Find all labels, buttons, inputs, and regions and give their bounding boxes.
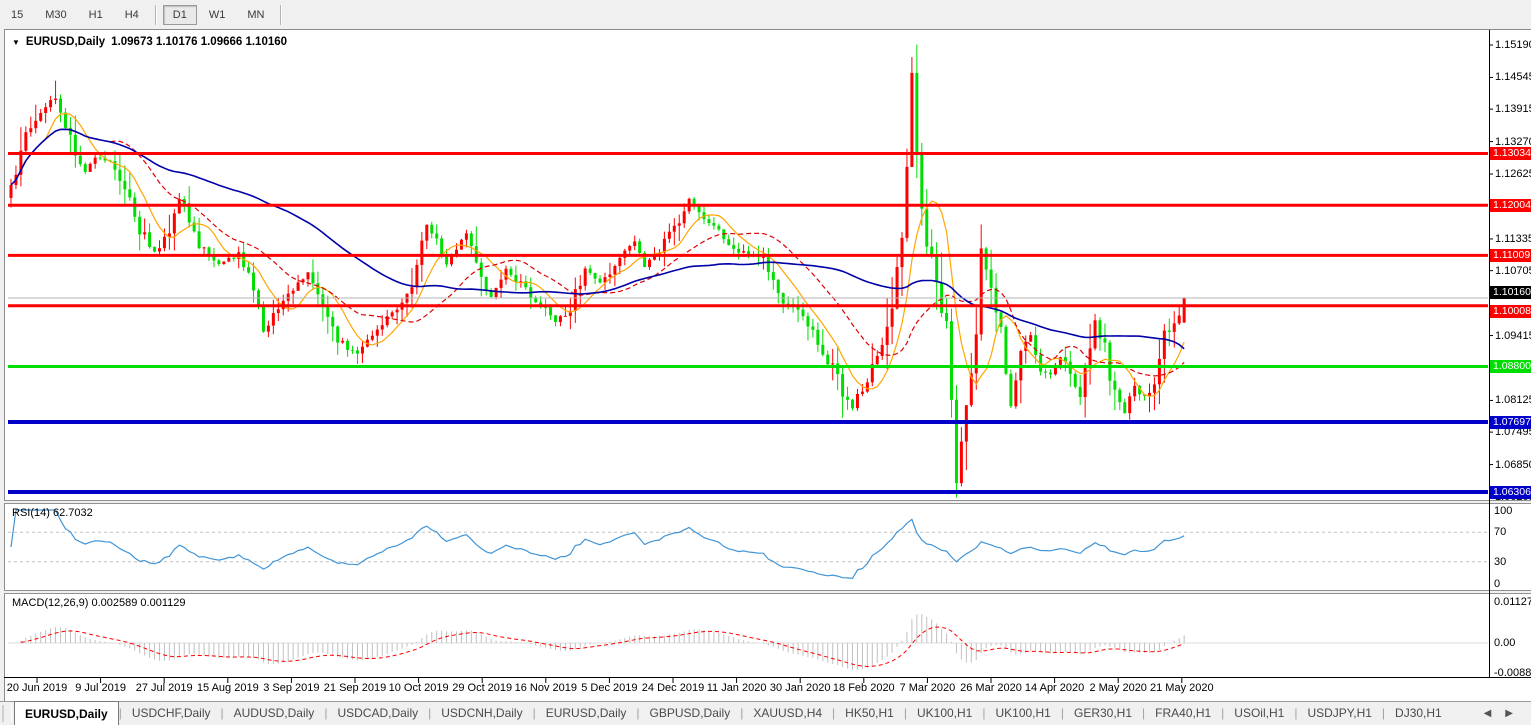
- panel-frame: [4, 30, 1531, 678]
- rsi-axis-label: 30: [1494, 557, 1506, 568]
- date-axis-label: 3 Sep 2019: [263, 682, 319, 694]
- tab-usdcad-daily[interactable]: USDCAD,Daily: [327, 702, 428, 725]
- tab-ger30-h1[interactable]: GER30,H1: [1064, 702, 1142, 725]
- date-axis-label: 16 Nov 2019: [515, 682, 577, 694]
- price-badge: 1.06306: [1490, 486, 1531, 499]
- tab-usoil-h1[interactable]: USOil,H1: [1224, 702, 1294, 725]
- ma-line-21: [11, 129, 1184, 376]
- tab-xauusd-h4[interactable]: XAUUSD,H4: [743, 702, 832, 725]
- date-axis-label: 21 May 2020: [1150, 682, 1214, 694]
- price-axis-tick: 1.15190: [1495, 40, 1531, 51]
- macd-axis-label: 0.011277: [1494, 597, 1531, 608]
- chart-title: ▼ EURUSD,Daily 1.09673 1.10176 1.09666 1…: [12, 36, 287, 48]
- chart-canvas: [0, 0, 1531, 725]
- date-axis-label: 26 Mar 2020: [960, 682, 1022, 694]
- chart-ohlc-values: 1.09673 1.10176 1.09666 1.10160: [111, 36, 287, 48]
- tabbar-grip: [2, 705, 12, 722]
- tab-audusd-daily[interactable]: AUDUSD,Daily: [224, 702, 325, 725]
- price-axis-tick: 1.10705: [1495, 266, 1531, 277]
- tabs-scroll-left-icon[interactable]: ◀: [1484, 708, 1492, 719]
- date-axis-label: 11 Jan 2020: [707, 682, 767, 694]
- tab-uk100-h1[interactable]: UK100,H1: [985, 702, 1060, 725]
- tab-uk100-h1[interactable]: UK100,H1: [907, 702, 982, 725]
- price-badge: 1.12004: [1490, 199, 1531, 212]
- tab-eurusd-daily[interactable]: EURUSD,Daily: [536, 702, 637, 725]
- date-axis-label: 10 Oct 2019: [389, 682, 449, 694]
- price-badge: 1.11009: [1490, 249, 1531, 262]
- macd-axis-label: 0.00: [1494, 638, 1515, 649]
- rsi-panel: [8, 510, 1488, 578]
- date-axis-label: 15 Aug 2019: [197, 682, 259, 694]
- date-axis-label: 5 Dec 2019: [581, 682, 637, 694]
- date-axis-label: 14 Apr 2020: [1025, 682, 1084, 694]
- moving-average: [11, 129, 1184, 348]
- horizontal-lines[interactable]: [8, 153, 1488, 491]
- macd-signal-line: [21, 627, 1184, 667]
- price-axis-tick: 1.06850: [1495, 460, 1531, 471]
- tab-fra40-h1[interactable]: FRA40,H1: [1145, 702, 1221, 725]
- axis-ticks: [37, 45, 1493, 683]
- tab-usdcnh-daily[interactable]: USDCNH,Daily: [431, 702, 532, 725]
- date-axis-label: 18 Feb 2020: [833, 682, 895, 694]
- date-axis-label: 2 May 2020: [1089, 682, 1146, 694]
- date-axis-label: 29 Oct 2019: [452, 682, 512, 694]
- price-axis-tick: 1.13915: [1495, 104, 1531, 115]
- macd-axis-label: -0.008845: [1494, 668, 1531, 679]
- price-axis-tick: 1.08125: [1495, 395, 1531, 406]
- tab-usdchf-daily[interactable]: USDCHF,Daily: [122, 702, 221, 725]
- price-axis-tick: 1.13270: [1495, 137, 1531, 148]
- macd-panel: [8, 614, 1488, 670]
- date-axis-label: 7 Mar 2020: [900, 682, 956, 694]
- price-axis-tick: 1.11335: [1495, 234, 1531, 245]
- rsi-line: [11, 510, 1184, 578]
- date-axis-label: 24 Dec 2019: [642, 682, 704, 694]
- chart-symbol-label: EURUSD,Daily: [26, 36, 105, 48]
- date-axis-label: 20 Jun 2019: [7, 682, 68, 694]
- candlestick-series: [10, 45, 1186, 498]
- rsi-axis-label: 100: [1494, 506, 1512, 517]
- moving-average: [11, 129, 1184, 376]
- date-axis-label: 9 Jul 2019: [75, 682, 126, 694]
- price-axis-tick: 1.14545: [1495, 72, 1531, 83]
- rsi-axis-label: 0: [1494, 579, 1500, 590]
- price-badge: 1.13034: [1490, 147, 1531, 160]
- symbol-tab-bar: EURUSD,Daily|USDCHF,Daily|AUDUSD,Daily|U…: [0, 701, 1531, 725]
- price-badge: 1.10008: [1490, 305, 1531, 318]
- macd-label: MACD(12,26,9) 0.002589 0.001129: [12, 597, 185, 609]
- tab-gbpusd-daily[interactable]: GBPUSD,Daily: [640, 702, 741, 725]
- tabs-scroll-right-icon[interactable]: ▶: [1505, 708, 1513, 719]
- date-axis-label: 21 Sep 2019: [324, 682, 386, 694]
- tab-eurusd-daily[interactable]: EURUSD,Daily: [14, 701, 119, 725]
- date-axis-label: 27 Jul 2019: [136, 682, 193, 694]
- date-axis-label: 30 Jan 2020: [770, 682, 831, 694]
- price-badge: 1.08800: [1490, 360, 1531, 373]
- tab-usdjpy-h1[interactable]: USDJPY,H1: [1297, 702, 1381, 725]
- price-badge: 1.10160: [1490, 286, 1531, 299]
- rsi-axis-label: 70: [1494, 527, 1506, 538]
- price-axis-tick: 1.12625: [1495, 169, 1531, 180]
- tab-hk50-h1[interactable]: HK50,H1: [835, 702, 904, 725]
- ma-line-55: [11, 129, 1184, 348]
- price-axis-tick: 1.09415: [1495, 331, 1531, 342]
- price-badge: 1.07697: [1490, 416, 1531, 429]
- rsi-label: RSI(14) 62.7032: [12, 507, 93, 519]
- chart-dropdown-icon[interactable]: ▼: [12, 38, 20, 47]
- tab-dj30-h1[interactable]: DJ30,H1: [1385, 702, 1452, 725]
